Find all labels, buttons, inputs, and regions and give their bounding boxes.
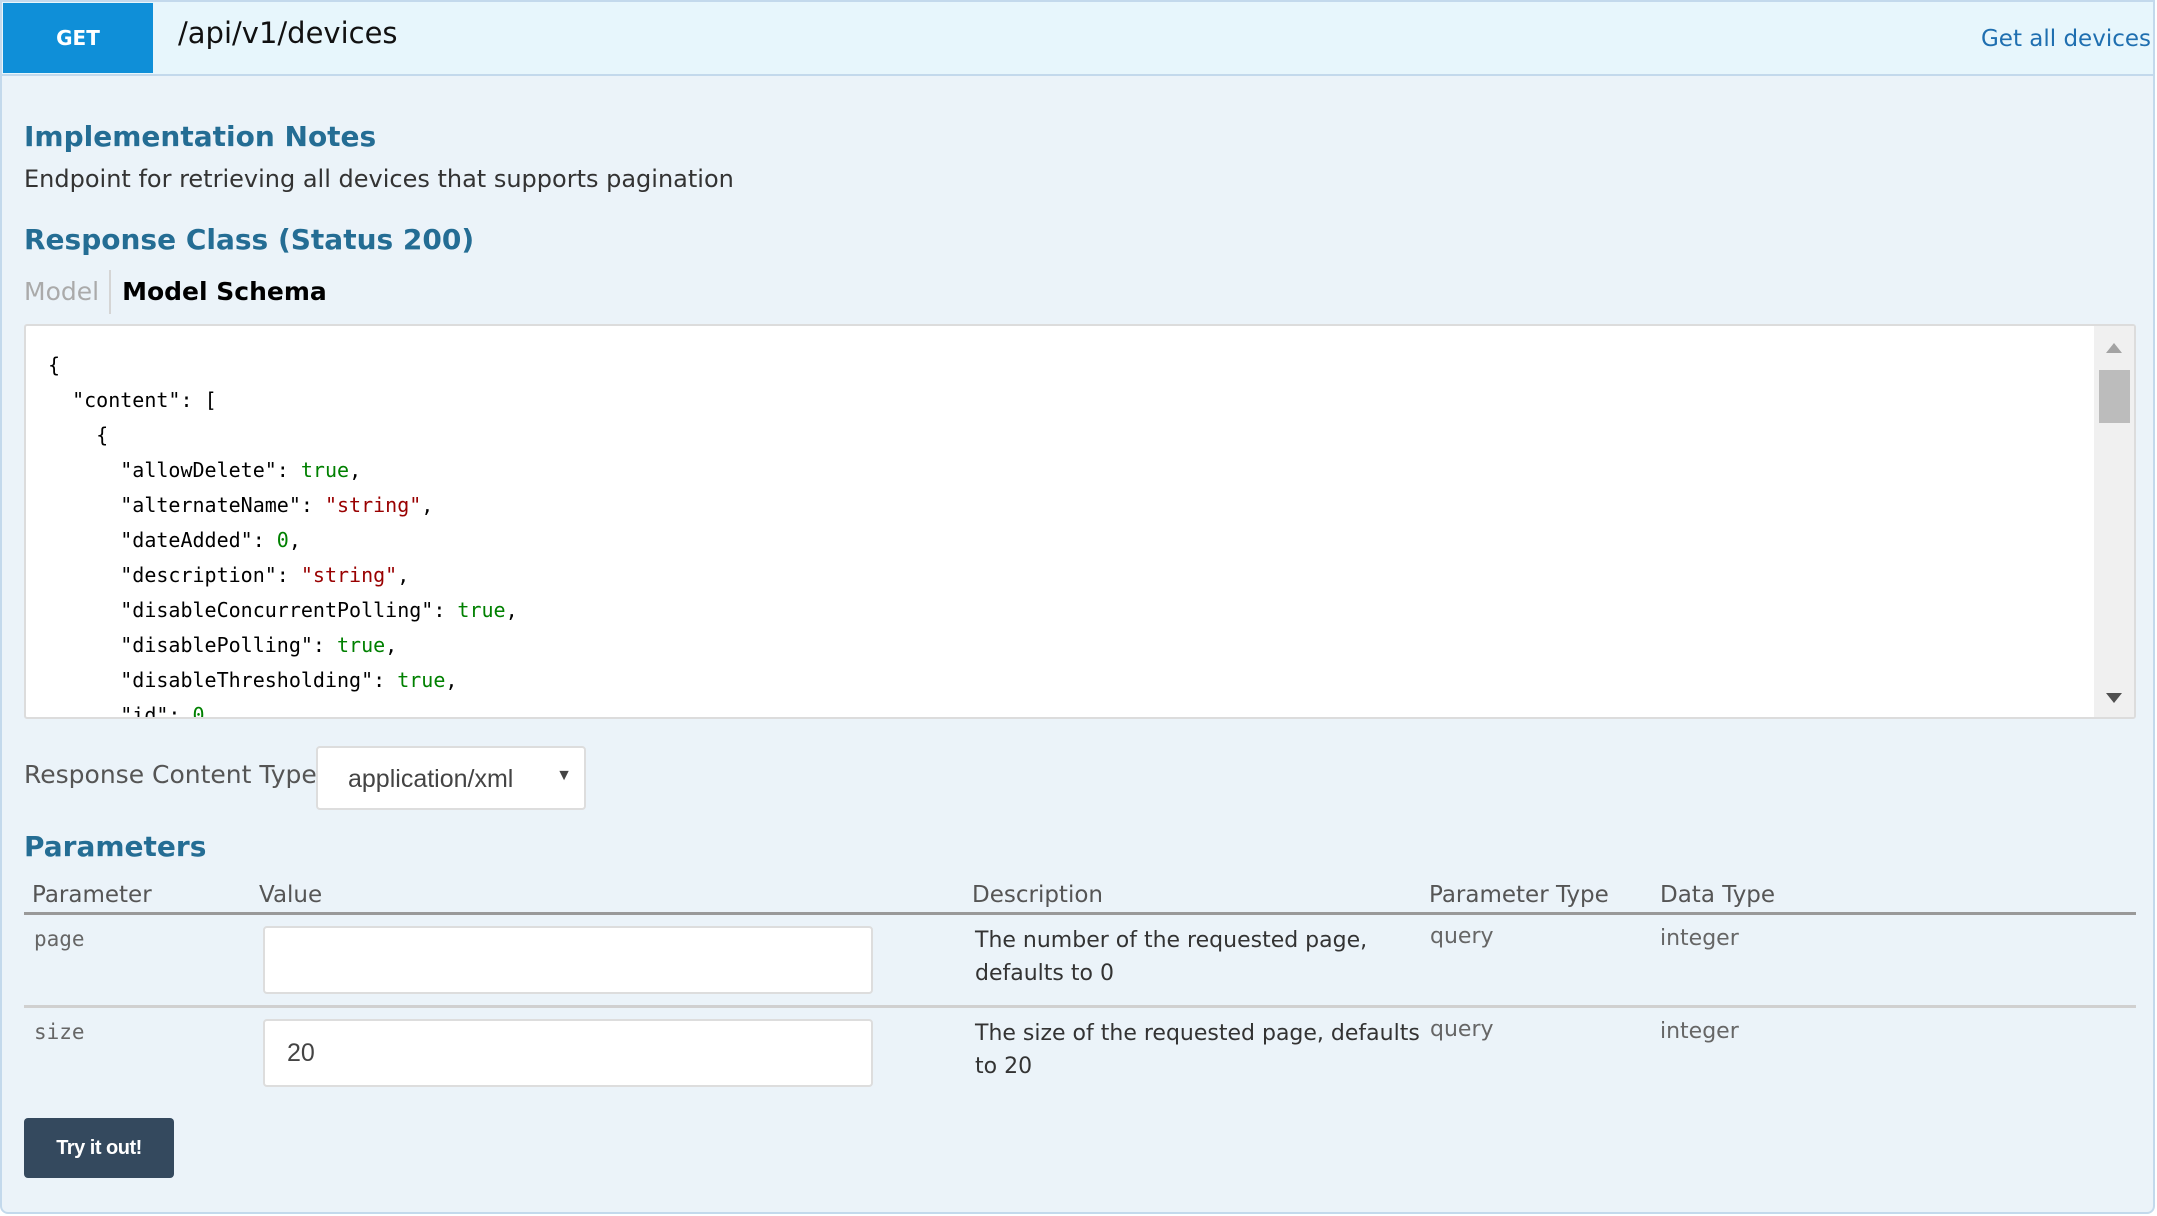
schema-line: "id": 0, xyxy=(48,698,518,719)
schema-value: [ xyxy=(204,388,217,412)
schema-key: "alternateName" xyxy=(120,493,301,517)
schema-key: "disablePolling" xyxy=(120,633,313,657)
param-input-size[interactable] xyxy=(263,1019,873,1087)
http-method-badge[interactable]: GET xyxy=(3,3,153,73)
schema-line: "allowDelete": true, xyxy=(120,458,362,482)
snippet-scrollbar[interactable] xyxy=(2094,326,2134,717)
schema-line: { xyxy=(48,353,61,377)
schema-line: "disableThresholding": true, xyxy=(120,668,458,692)
param-input-page[interactable] xyxy=(263,926,873,994)
schema-line: "disableConcurrentPolling": true, xyxy=(120,598,518,622)
scroll-up-arrow-icon[interactable] xyxy=(2106,343,2122,353)
schema-code: { "content": [ { "allowDelete": true, "a… xyxy=(48,348,518,719)
selected-content-type: application/xml xyxy=(348,765,514,793)
model-schema-snippet[interactable]: { "content": [ { "allowDelete": true, "a… xyxy=(24,324,2136,719)
schema-key: "disableConcurrentPolling" xyxy=(120,598,434,622)
implementation-notes-text: Endpoint for retrieving all devices that… xyxy=(24,165,734,193)
schema-key: "content" xyxy=(72,388,181,412)
try-it-out-button[interactable]: Try it out! xyxy=(24,1118,174,1178)
operation-panel: GET /api/v1/devices Get all devices Impl… xyxy=(0,0,2155,1214)
schema-key: "disableThresholding" xyxy=(120,668,374,692)
schema-line: "disablePolling": true, xyxy=(120,633,398,657)
data-type-size: integer xyxy=(1660,1019,1739,1044)
tab-model[interactable]: Model xyxy=(24,270,112,314)
schema-key: "id" xyxy=(120,703,169,719)
column-header-description: Description xyxy=(972,882,1103,908)
scroll-down-arrow-icon[interactable] xyxy=(2106,693,2122,703)
schema-value: 0 xyxy=(192,703,205,719)
parameters-heading: Parameters xyxy=(24,830,207,863)
data-type-page: integer xyxy=(1660,926,1739,951)
model-tabs: Model Model Schema xyxy=(24,270,327,314)
param-name-page: page xyxy=(34,927,85,951)
param-name-size: size xyxy=(34,1020,85,1044)
response-content-type-label: Response Content Type xyxy=(24,760,317,789)
schema-line: "content": [ xyxy=(72,388,217,412)
column-header-value: Value xyxy=(259,882,323,908)
schema-value: true xyxy=(300,458,350,482)
table-header-divider xyxy=(24,912,2136,915)
schema-value: "string" xyxy=(324,493,422,517)
schema-key: "description" xyxy=(120,563,277,587)
param-type-size: query xyxy=(1430,1017,1494,1042)
scrollbar-thumb[interactable] xyxy=(2099,370,2130,423)
response-class-heading: Response Class (Status 200) xyxy=(24,223,475,256)
table-row-divider xyxy=(24,1005,2136,1008)
schema-key: "dateAdded" xyxy=(120,528,253,552)
column-header-data-type: Data Type xyxy=(1660,882,1776,908)
tab-model-schema[interactable]: Model Schema xyxy=(111,270,327,314)
implementation-notes-heading: Implementation Notes xyxy=(24,120,377,153)
schema-line: "dateAdded": 0, xyxy=(120,528,301,552)
schema-value: true xyxy=(337,633,386,657)
operation-summary-link[interactable]: Get all devices xyxy=(1851,26,2153,52)
column-header-parameter: Parameter xyxy=(32,882,152,908)
schema-value: 0 xyxy=(276,528,289,552)
schema-value: "string" xyxy=(300,563,398,587)
param-type-page: query xyxy=(1430,924,1494,949)
schema-line: { xyxy=(96,423,109,447)
response-content-type-select[interactable]: application/xml ▼ xyxy=(316,746,586,810)
column-header-parameter-type: Parameter Type xyxy=(1429,882,1609,908)
schema-line: "description": "string", xyxy=(120,563,410,587)
schema-line: "alternateName": "string", xyxy=(120,493,434,517)
operation-header[interactable]: GET /api/v1/devices Get all devices xyxy=(2,2,2153,76)
endpoint-path[interactable]: /api/v1/devices xyxy=(178,16,398,50)
param-description-size: The size of the requested page, defaults… xyxy=(975,1021,1420,1079)
schema-value: true xyxy=(397,668,446,692)
schema-key: "allowDelete" xyxy=(120,458,277,482)
dropdown-arrow-icon: ▼ xyxy=(556,767,572,784)
schema-value: true xyxy=(457,598,506,622)
param-description-page: The number of the requested page, defaul… xyxy=(975,928,1368,986)
